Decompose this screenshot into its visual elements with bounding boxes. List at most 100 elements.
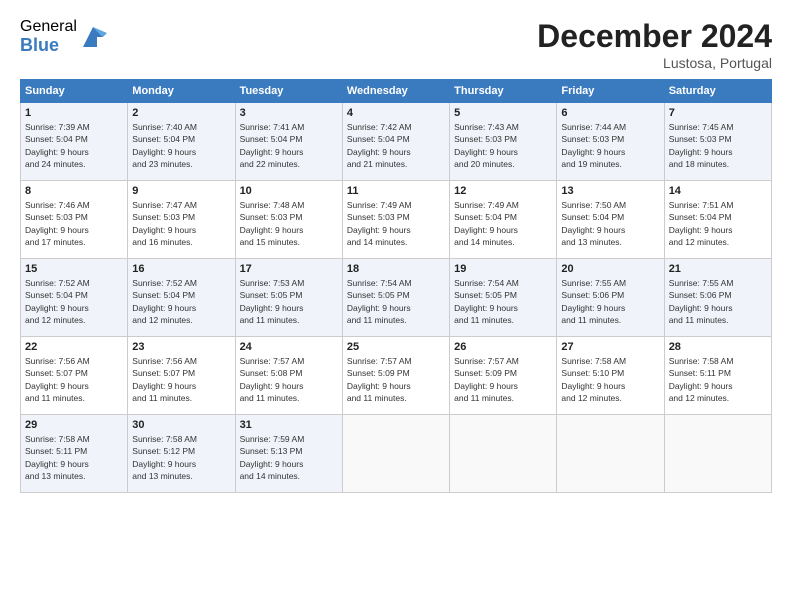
day-cell: 4 Sunrise: 7:42 AMSunset: 5:04 PMDaylight… — [342, 103, 449, 181]
day-cell: 30 Sunrise: 7:58 AMSunset: 5:12 PMDayligh… — [128, 415, 235, 493]
day-cell: 17Sunrise: 7:53 AMSunset: 5:05 PMDayligh… — [235, 259, 342, 337]
day-cell: 8 Sunrise: 7:46 AMSunset: 5:03 PMDaylight… — [21, 181, 128, 259]
day-detail: Sunrise: 7:58 AMSunset: 5:11 PMDaylight:… — [669, 356, 734, 403]
day-number: 28 — [669, 341, 767, 353]
header-day-sunday: Sunday — [21, 80, 128, 103]
day-detail: Sunrise: 7:48 AMSunset: 5:03 PMDaylight:… — [240, 200, 305, 247]
header-day-friday: Friday — [557, 80, 664, 103]
calendar-page: General Blue December 2024 Lustosa, Port… — [0, 0, 792, 612]
header-day-tuesday: Tuesday — [235, 80, 342, 103]
logo: General Blue — [20, 18, 107, 55]
day-cell: 13 Sunrise: 7:50 AMSunset: 5:04 PMDayligh… — [557, 181, 664, 259]
day-number: 13 — [561, 185, 659, 197]
day-cell: 28 Sunrise: 7:58 AMSunset: 5:11 PMDayligh… — [664, 337, 771, 415]
day-number: 31 — [240, 419, 338, 431]
title-block: December 2024 Lustosa, Portugal — [537, 18, 772, 71]
calendar-table: SundayMondayTuesdayWednesdayThursdayFrid… — [20, 79, 772, 493]
day-number: 4 — [347, 107, 445, 119]
day-detail: Sunrise: 7:46 AMSunset: 5:03 PMDaylight:… — [25, 200, 90, 247]
day-cell: 19 Sunrise: 7:54 AMSunset: 5:05 PMDayligh… — [450, 259, 557, 337]
week-row-1: 1Sunrise: 7:39 AMSunset: 5:04 PMDaylight… — [21, 103, 772, 181]
day-number: 2 — [132, 107, 230, 119]
day-detail: Sunrise: 7:41 AMSunset: 5:04 PMDaylight:… — [240, 122, 305, 169]
day-cell: 9Sunrise: 7:47 AMSunset: 5:03 PMDaylight… — [128, 181, 235, 259]
day-number: 10 — [240, 185, 338, 197]
day-number: 20 — [561, 263, 659, 275]
day-cell: 18Sunrise: 7:54 AMSunset: 5:05 PMDayligh… — [342, 259, 449, 337]
day-detail: Sunrise: 7:57 AMSunset: 5:09 PMDaylight:… — [454, 356, 519, 403]
day-number: 21 — [669, 263, 767, 275]
day-detail: Sunrise: 7:58 AMSunset: 5:12 PMDaylight:… — [132, 434, 197, 481]
day-cell — [664, 415, 771, 493]
header-day-thursday: Thursday — [450, 80, 557, 103]
day-number: 11 — [347, 185, 445, 197]
day-detail: Sunrise: 7:58 AMSunset: 5:10 PMDaylight:… — [561, 356, 626, 403]
day-detail: Sunrise: 7:51 AMSunset: 5:04 PMDaylight:… — [669, 200, 734, 247]
day-number: 1 — [25, 107, 123, 119]
day-number: 30 — [132, 419, 230, 431]
day-number: 19 — [454, 263, 552, 275]
day-detail: Sunrise: 7:56 AMSunset: 5:07 PMDaylight:… — [25, 356, 90, 403]
logo-icon — [79, 23, 107, 51]
day-cell: 21Sunrise: 7:55 AMSunset: 5:06 PMDayligh… — [664, 259, 771, 337]
day-detail: Sunrise: 7:42 AMSunset: 5:04 PMDaylight:… — [347, 122, 412, 169]
day-detail: Sunrise: 7:44 AMSunset: 5:03 PMDaylight:… — [561, 122, 626, 169]
day-number: 5 — [454, 107, 552, 119]
calendar-header: SundayMondayTuesdayWednesdayThursdayFrid… — [21, 80, 772, 103]
day-detail: Sunrise: 7:56 AMSunset: 5:07 PMDaylight:… — [132, 356, 197, 403]
day-number: 17 — [240, 263, 338, 275]
day-cell: 31 Sunrise: 7:59 AMSunset: 5:13 PMDayligh… — [235, 415, 342, 493]
logo-general: General — [20, 18, 77, 36]
day-cell: 20Sunrise: 7:55 AMSunset: 5:06 PMDayligh… — [557, 259, 664, 337]
day-cell: 6 Sunrise: 7:44 AMSunset: 5:03 PMDaylight… — [557, 103, 664, 181]
day-cell: 3 Sunrise: 7:41 AMSunset: 5:04 PMDaylight… — [235, 103, 342, 181]
day-number: 26 — [454, 341, 552, 353]
day-detail: Sunrise: 7:50 AMSunset: 5:04 PMDaylight:… — [561, 200, 626, 247]
day-detail: Sunrise: 7:40 AMSunset: 5:04 PMDaylight:… — [132, 122, 197, 169]
header-day-wednesday: Wednesday — [342, 80, 449, 103]
day-cell — [557, 415, 664, 493]
day-detail: Sunrise: 7:58 AMSunset: 5:11 PMDaylight:… — [25, 434, 90, 481]
week-row-4: 22Sunrise: 7:56 AMSunset: 5:07 PMDayligh… — [21, 337, 772, 415]
day-detail: Sunrise: 7:52 AMSunset: 5:04 PMDaylight:… — [132, 278, 197, 325]
day-detail: Sunrise: 7:52 AMSunset: 5:04 PMDaylight:… — [25, 278, 90, 325]
day-detail: Sunrise: 7:59 AMSunset: 5:13 PMDaylight:… — [240, 434, 305, 481]
day-number: 27 — [561, 341, 659, 353]
header-day-monday: Monday — [128, 80, 235, 103]
day-cell: 25 Sunrise: 7:57 AMSunset: 5:09 PMDayligh… — [342, 337, 449, 415]
day-cell: 27 Sunrise: 7:58 AMSunset: 5:10 PMDayligh… — [557, 337, 664, 415]
day-cell — [450, 415, 557, 493]
day-number: 9 — [132, 185, 230, 197]
day-cell: 7Sunrise: 7:45 AMSunset: 5:03 PMDaylight… — [664, 103, 771, 181]
day-number: 24 — [240, 341, 338, 353]
day-cell: 15 Sunrise: 7:52 AMSunset: 5:04 PMDayligh… — [21, 259, 128, 337]
day-detail: Sunrise: 7:54 AMSunset: 5:05 PMDaylight:… — [454, 278, 519, 325]
location: Lustosa, Portugal — [537, 55, 772, 71]
day-cell: 26 Sunrise: 7:57 AMSunset: 5:09 PMDayligh… — [450, 337, 557, 415]
week-row-2: 8 Sunrise: 7:46 AMSunset: 5:03 PMDaylight… — [21, 181, 772, 259]
day-cell: 29 Sunrise: 7:58 AMSunset: 5:11 PMDayligh… — [21, 415, 128, 493]
day-cell: 14 Sunrise: 7:51 AMSunset: 5:04 PMDayligh… — [664, 181, 771, 259]
day-number: 29 — [25, 419, 123, 431]
day-number: 18 — [347, 263, 445, 275]
day-number: 15 — [25, 263, 123, 275]
day-detail: Sunrise: 7:43 AMSunset: 5:03 PMDaylight:… — [454, 122, 519, 169]
day-number: 3 — [240, 107, 338, 119]
day-cell: 2 Sunrise: 7:40 AMSunset: 5:04 PMDaylight… — [128, 103, 235, 181]
day-cell: 16Sunrise: 7:52 AMSunset: 5:04 PMDayligh… — [128, 259, 235, 337]
week-row-3: 15 Sunrise: 7:52 AMSunset: 5:04 PMDayligh… — [21, 259, 772, 337]
day-number: 23 — [132, 341, 230, 353]
day-number: 6 — [561, 107, 659, 119]
day-detail: Sunrise: 7:57 AMSunset: 5:09 PMDaylight:… — [347, 356, 412, 403]
logo-text: General Blue — [20, 18, 77, 55]
day-cell: 22Sunrise: 7:56 AMSunset: 5:07 PMDayligh… — [21, 337, 128, 415]
day-cell: 23 Sunrise: 7:56 AMSunset: 5:07 PMDayligh… — [128, 337, 235, 415]
day-number: 7 — [669, 107, 767, 119]
day-number: 8 — [25, 185, 123, 197]
day-cell: 11Sunrise: 7:49 AMSunset: 5:03 PMDayligh… — [342, 181, 449, 259]
day-cell: 12Sunrise: 7:49 AMSunset: 5:04 PMDayligh… — [450, 181, 557, 259]
header-row: SundayMondayTuesdayWednesdayThursdayFrid… — [21, 80, 772, 103]
day-number: 25 — [347, 341, 445, 353]
day-cell: 24Sunrise: 7:57 AMSunset: 5:08 PMDayligh… — [235, 337, 342, 415]
day-number: 14 — [669, 185, 767, 197]
